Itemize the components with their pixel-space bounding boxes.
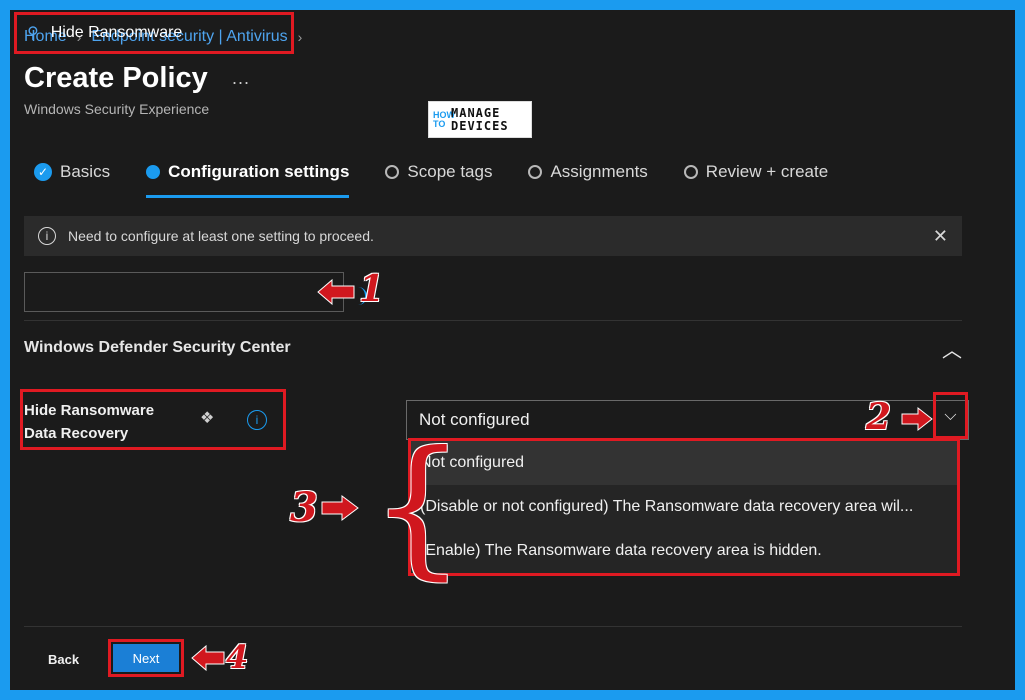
page-subtitle: Windows Security Experience <box>24 101 210 117</box>
setting-label-line2: Data Recovery <box>24 425 129 442</box>
info-banner-text: Need to configure at least one setting t… <box>68 228 374 244</box>
search-input[interactable]: ⚲ Hide Ransomware <box>14 12 294 54</box>
howtomanagedevices-logo: HOW TO MANAGE DEVICES <box>428 101 532 138</box>
chevron-right-icon: › <box>297 29 303 45</box>
tab-label: Review + create <box>705 162 829 181</box>
setting-label-line1: Hide Ransomware <box>24 402 155 419</box>
annotation-arrow-4 <box>191 644 225 672</box>
portal-frame: Home › Endpoint security | Antivirus › C… <box>10 10 1015 690</box>
tab-review-create[interactable]: Review + create <box>683 156 829 188</box>
wizard-tabs: ✓ Basics Configuration settings Scope ta… <box>34 156 864 200</box>
tab-basics[interactable]: ✓ Basics <box>34 156 110 188</box>
annotation-arrow-2 <box>901 406 933 432</box>
annotation-number-4: 4 <box>226 638 249 676</box>
tab-label: Basics <box>60 162 111 181</box>
active-step-icon <box>146 165 161 179</box>
dropdown-option[interactable]: Not configured <box>411 441 957 485</box>
dropdown-option[interactable]: (Disable or not configured) The Ransomwa… <box>411 485 957 529</box>
copilot-icon[interactable]: ❖ <box>200 408 220 428</box>
chevron-up-icon[interactable]: ︿ <box>942 334 962 363</box>
tab-assignments[interactable]: Assignments <box>528 156 648 188</box>
next-button[interactable]: Next <box>113 644 179 672</box>
search-box-outline <box>24 272 344 312</box>
annotation-brace: { <box>370 420 466 594</box>
page-title: Create Policy <box>24 62 208 94</box>
info-banner: i Need to configure at least one setting… <box>24 216 962 256</box>
info-icon: i <box>38 227 56 245</box>
checkmark-icon: ✓ <box>34 163 52 181</box>
more-options-button[interactable]: ... <box>232 68 250 89</box>
chevron-down-icon[interactable]: ⌵ <box>933 392 968 439</box>
footer-divider <box>24 626 962 627</box>
step-circle-icon <box>683 165 698 179</box>
search-value: Hide Ransomware <box>50 24 183 41</box>
step-circle-icon <box>528 165 543 179</box>
tab-scope-tags[interactable]: Scope tags <box>385 156 492 188</box>
dropdown-option[interactable]: (Enable) The Ransomware data recovery ar… <box>411 529 957 573</box>
annotation-number-2: 2 <box>866 396 892 438</box>
setting-label: Hide Ransomware Data Recovery <box>24 399 184 445</box>
tab-label: Assignments <box>550 162 648 181</box>
divider <box>24 320 962 321</box>
back-button[interactable]: Back <box>36 648 91 671</box>
search-icon: ⚲ <box>27 25 39 42</box>
tab-label: Scope tags <box>407 162 493 181</box>
section-title: Windows Defender Security Center <box>24 339 291 356</box>
step-circle-icon <box>385 165 400 179</box>
annotation-arrow-3 <box>321 495 359 521</box>
dropdown-list: Not configured (Disable or not configure… <box>408 438 960 576</box>
annotation-number-3: 3 <box>290 484 318 531</box>
close-icon[interactable]: ✕ <box>933 226 948 247</box>
logo-main-text: MANAGE DEVICES <box>451 105 509 133</box>
tab-configuration-settings[interactable]: Configuration settings <box>146 156 350 198</box>
info-icon[interactable]: i <box>247 410 267 430</box>
annotation-arrow-1 <box>317 278 355 306</box>
annotation-number-1: 1 <box>359 268 385 310</box>
tab-label: Configuration settings <box>168 162 350 181</box>
logo-small-text: HOW TO <box>433 109 455 129</box>
